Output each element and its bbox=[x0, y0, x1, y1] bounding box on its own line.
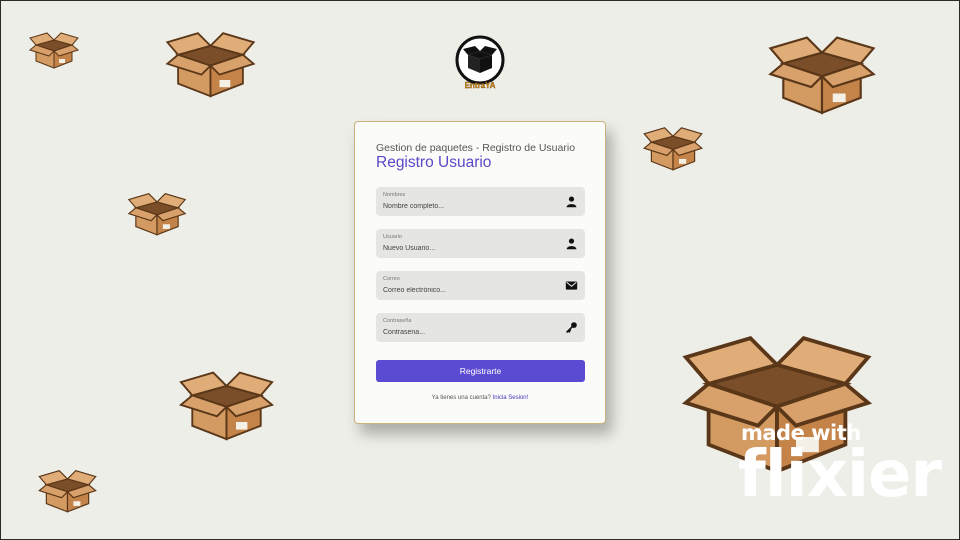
login-prompt: Ya tienes una cuenta? Inicia Sesion! bbox=[355, 395, 605, 401]
person-icon bbox=[566, 196, 577, 208]
app-logo: EntraYA bbox=[453, 35, 507, 91]
box-decoration bbox=[177, 365, 276, 441]
login-link[interactable]: Inicia Sesion! bbox=[493, 395, 529, 401]
box-decoration bbox=[29, 29, 79, 69]
email-field-label: Correo bbox=[383, 276, 400, 282]
box-decoration bbox=[641, 123, 705, 171]
person-icon bbox=[566, 238, 577, 250]
watermark-line2: flixier bbox=[738, 438, 942, 512]
register-card: Gestion de paquetes - Registro de Usuari… bbox=[354, 121, 606, 424]
username-field[interactable]: Usuario bbox=[376, 229, 585, 258]
username-field-label: Usuario bbox=[383, 234, 402, 240]
username-input[interactable] bbox=[383, 243, 553, 254]
box-decoration bbox=[37, 466, 98, 513]
password-input[interactable] bbox=[383, 327, 553, 338]
flixier-watermark: made with flixier bbox=[738, 421, 942, 512]
box-decoration bbox=[127, 189, 187, 236]
card-subtitle: Gestion de paquetes - Registro de Usuari… bbox=[376, 142, 576, 154]
envelope-icon bbox=[565, 281, 578, 290]
login-question: Ya tienes una cuenta? bbox=[431, 395, 491, 401]
name-field-label: Nombres bbox=[383, 192, 406, 198]
name-field[interactable]: Nombres bbox=[376, 187, 585, 216]
email-input[interactable] bbox=[383, 285, 553, 296]
svg-text:EntraYA: EntraYA bbox=[465, 81, 496, 90]
email-field[interactable]: Correo bbox=[376, 271, 585, 300]
register-button[interactable]: Registrarte bbox=[376, 360, 585, 382]
name-input[interactable] bbox=[383, 201, 553, 212]
box-decoration bbox=[765, 29, 879, 115]
password-field-label: Contraseña bbox=[383, 318, 412, 324]
box-decoration bbox=[164, 26, 257, 98]
card-title: Registro Usuario bbox=[376, 154, 492, 171]
key-icon bbox=[566, 322, 577, 333]
password-field[interactable]: Contraseña bbox=[376, 313, 585, 342]
